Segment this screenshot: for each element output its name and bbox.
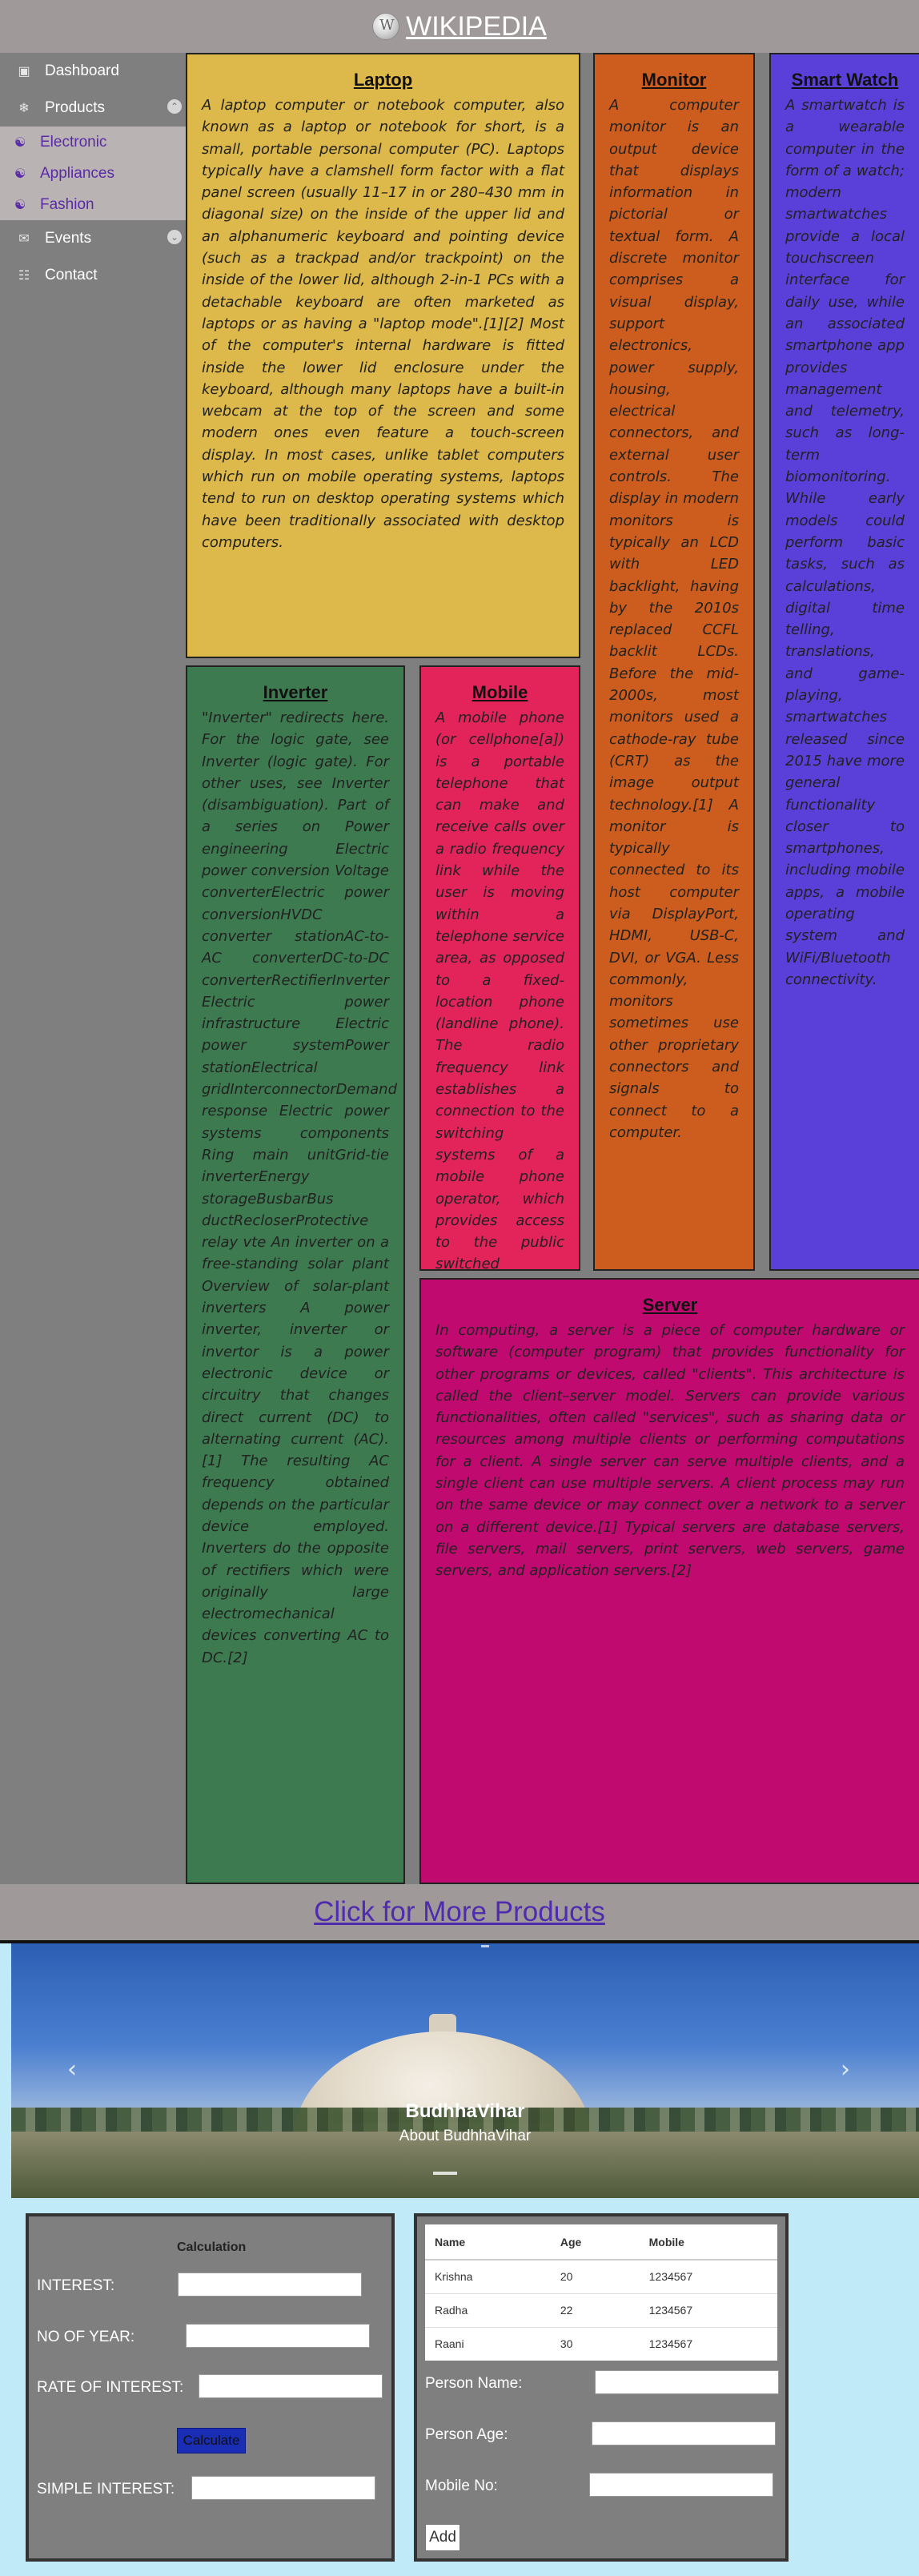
mobile-no-input[interactable] <box>589 2473 773 2497</box>
page-header: WIKIPEDIA <box>0 0 919 53</box>
person-age-input[interactable] <box>592 2421 776 2445</box>
product-card-monitor: Monitor A computer monitor is an output … <box>593 53 755 1271</box>
calculate-button[interactable]: Calculate <box>177 2428 246 2453</box>
sidebar-item-label: Dashboard <box>45 62 119 79</box>
card-title: Inverter <box>263 682 328 702</box>
card-title: Server <box>642 1295 698 1315</box>
table-header-row: Name Age Mobile <box>425 2224 777 2261</box>
interest-calculator: Calculation INTEREST: NO OF YEAR: RATE O… <box>26 2213 395 2562</box>
card-text: In computing, a server is a piece of com… <box>435 1322 905 1580</box>
calculator-title: Calculation <box>177 2240 247 2254</box>
simple-interest-row: SIMPLE INTEREST: <box>37 2481 175 2498</box>
site-title[interactable]: WIKIPEDIA <box>406 11 547 42</box>
sidebar: ▣ Dashboard ❄ Products ⌃ ☯ Electronic ☯ … <box>0 53 187 294</box>
table-cell: 20 <box>550 2259 640 2293</box>
table-cell: Raani <box>425 2326 551 2361</box>
sidebar-subitem-label: Appliances <box>40 164 114 182</box>
column-header: Age <box>550 2224 640 2261</box>
card-title: Smart Watch <box>791 70 899 90</box>
person-table: Name Age Mobile Krishna 20 1234567 Radha… <box>425 2224 777 2361</box>
card-text: A computer monitor is an output device t… <box>609 97 739 1141</box>
rate-label: RATE OF INTEREST: <box>37 2379 184 2396</box>
interest-label: INTEREST: <box>37 2277 115 2294</box>
rate-input[interactable] <box>199 2374 383 2398</box>
more-products-bar: Click for More Products <box>0 1884 919 1940</box>
card-text: A mobile phone (or cellphone[a]) is a po… <box>435 709 564 1271</box>
sidebar-item-dashboard[interactable]: ▣ Dashboard <box>0 53 187 90</box>
person-form: Name Age Mobile Krishna 20 1234567 Radha… <box>414 2213 789 2562</box>
dashboard-icon: ▣ <box>18 65 30 78</box>
table-row: Radha 22 1234567 <box>425 2293 777 2327</box>
carousel-slide-indicator[interactable] <box>433 2172 457 2175</box>
table-cell: 1234567 <box>639 2326 777 2361</box>
product-card-server: Server In computing, a server is a piece… <box>419 1278 919 1884</box>
interest-row: INTEREST: <box>37 2277 114 2295</box>
sidebar-item-products[interactable]: ❄ Products ⌃ <box>0 90 187 127</box>
wikipedia-globe-icon <box>372 13 400 40</box>
mobile-no-label: Mobile No: <box>425 2478 498 2494</box>
column-header: Name <box>425 2224 551 2261</box>
card-text: A smartwatch is a wearable computer in t… <box>785 97 905 988</box>
sidebar-item-label: Events <box>45 230 92 247</box>
person-name-input[interactable] <box>595 2370 779 2394</box>
simple-interest-label: SIMPLE INTEREST: <box>37 2481 175 2498</box>
carousel-subtitle: About BudhhaVihar <box>399 2128 532 2144</box>
sidebar-subitem-label: Electronic <box>40 133 107 151</box>
product-card-laptop: Laptop A laptop computer or notebook com… <box>186 53 580 658</box>
basket-icon: ☯ <box>14 167 26 181</box>
rate-row: RATE OF INTEREST: <box>37 2379 183 2397</box>
table-cell: 22 <box>550 2293 640 2327</box>
table-cell: 1234567 <box>639 2259 777 2293</box>
chevron-down-icon[interactable]: ⌄ <box>167 230 182 244</box>
contact-card-icon: ☷ <box>18 269 30 283</box>
add-button[interactable]: Add <box>425 2524 460 2551</box>
column-header: Mobile <box>639 2224 777 2261</box>
snowflake-icon: ❄ <box>18 102 30 115</box>
card-title: Mobile <box>472 682 528 702</box>
sidebar-subitem-appliances[interactable]: ☯ Appliances <box>0 158 187 189</box>
chevron-left-icon[interactable]: ‹ <box>67 2056 77 2084</box>
years-label: NO OF YEAR: <box>37 2329 135 2345</box>
sidebar-item-events[interactable]: ✉ Events ⌄ <box>0 220 187 257</box>
carousel-title: BudhhaVihar <box>405 2100 525 2122</box>
table-cell: Radha <box>425 2293 551 2327</box>
years-input[interactable] <box>186 2324 370 2348</box>
table-cell: 30 <box>550 2326 640 2361</box>
table-row: Raani 30 1234567 <box>425 2326 777 2361</box>
person-name-label: Person Name: <box>425 2375 523 2392</box>
years-row: NO OF YEAR: <box>37 2329 134 2346</box>
more-products-link[interactable]: Click for More Products <box>314 1896 605 1928</box>
sidebar-subitem-fashion[interactable]: ☯ Fashion <box>0 189 187 220</box>
basket-icon: ☯ <box>14 198 26 212</box>
card-title: Monitor <box>641 70 707 90</box>
product-card-mobile: Mobile A mobile phone (or cellphone[a]) … <box>419 665 580 1271</box>
product-card-smartwatch: Smart Watch A smartwatch is a wearable c… <box>769 53 919 1271</box>
table-cell: Krishna <box>425 2259 551 2293</box>
products-submenu: ☯ Electronic ☯ Appliances ☯ Fashion <box>0 127 187 220</box>
table-row: Krishna 20 1234567 <box>425 2259 777 2293</box>
sidebar-subitem-label: Fashion <box>40 195 94 213</box>
interest-input[interactable] <box>178 2273 362 2297</box>
chevron-up-icon[interactable]: ⌃ <box>167 99 182 114</box>
sidebar-subitem-electronic[interactable]: ☯ Electronic <box>0 127 187 158</box>
site-logo-link[interactable]: WIKIPEDIA <box>372 11 547 42</box>
card-title: Laptop <box>353 70 413 90</box>
image-carousel: ‹ › BudhhaVihar About BudhhaVihar <box>11 1943 919 2198</box>
carousel-indicator[interactable] <box>481 1945 489 1947</box>
envelope-icon: ✉ <box>18 232 30 246</box>
card-text: A laptop computer or notebook computer, … <box>202 97 564 551</box>
basket-icon: ☯ <box>14 135 26 150</box>
carousel-caption: BudhhaVihar About BudhhaVihar <box>11 2100 919 2145</box>
sidebar-item-label: Contact <box>45 267 98 283</box>
chevron-right-icon[interactable]: › <box>841 2056 850 2084</box>
table-cell: 1234567 <box>639 2293 777 2327</box>
sidebar-item-contact[interactable]: ☷ Contact <box>0 257 187 294</box>
simple-interest-output[interactable] <box>191 2476 375 2500</box>
card-text: "Inverter" redirects here. For the logic… <box>202 709 398 1666</box>
person-age-label: Person Age: <box>425 2426 508 2443</box>
product-card-inverter: Inverter "Inverter" redirects here. For … <box>186 665 405 1884</box>
sidebar-item-label: Products <box>45 99 105 116</box>
